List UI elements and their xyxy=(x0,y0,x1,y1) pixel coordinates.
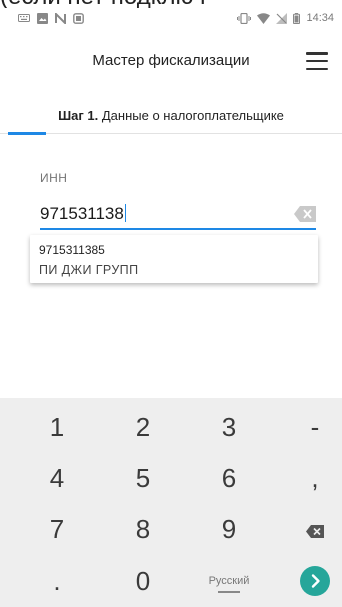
key-6[interactable]: 6 xyxy=(194,452,264,504)
image-icon xyxy=(37,12,48,24)
chevron-right-icon xyxy=(311,574,320,588)
keyboard-row: 1 2 3 - xyxy=(0,401,342,453)
key-7[interactable]: 7 xyxy=(22,503,92,555)
suggestion-inn[interactable]: 9715311385 xyxy=(39,243,105,257)
status-bar: 14:34 xyxy=(0,8,342,28)
key-period[interactable]: . xyxy=(22,555,92,607)
page-title: Мастер фискализации xyxy=(92,52,250,69)
hamburger-menu-icon[interactable] xyxy=(306,52,328,70)
inn-field-label: ИНН xyxy=(40,171,68,185)
keyboard-row: 4 5 6 , xyxy=(0,452,342,504)
key-0[interactable]: 0 xyxy=(108,555,178,607)
inn-input-underline xyxy=(40,228,316,230)
inn-input[interactable]: 971531138 xyxy=(40,200,316,230)
key-8[interactable]: 8 xyxy=(108,503,178,555)
clear-text-icon[interactable] xyxy=(294,206,316,222)
inn-suggestion-item[interactable]: 9715311385 ПИ ДЖИ ГРУПП xyxy=(30,235,318,283)
app-bar: Мастер фискализации xyxy=(0,36,342,84)
step-divider xyxy=(0,133,342,134)
go-next-button[interactable] xyxy=(300,566,330,596)
vibrate-icon xyxy=(237,12,252,24)
key-4[interactable]: 4 xyxy=(22,452,92,504)
inn-input-text[interactable]: 971531138 xyxy=(40,204,124,223)
language-switch-key[interactable]: Русский xyxy=(194,555,264,607)
key-comma[interactable]: , xyxy=(280,452,342,504)
key-1[interactable]: 1 xyxy=(22,401,92,453)
key-2[interactable]: 2 xyxy=(108,401,178,453)
keyboard-row: 7 8 9 xyxy=(0,503,342,555)
step-number: Шаг 1. xyxy=(58,108,99,123)
key-3[interactable]: 3 xyxy=(194,401,264,453)
keyboard-icon xyxy=(18,14,30,22)
key-minus[interactable]: - xyxy=(280,401,342,453)
step-title: Данные о налогоплательщике xyxy=(101,108,284,123)
n-icon xyxy=(55,12,66,24)
keyboard-row: . 0 Русский xyxy=(0,555,342,607)
wifi-icon xyxy=(257,12,271,24)
numeric-keyboard: 1 2 3 - 4 5 6 , 7 8 9 . 0 Русский xyxy=(0,398,342,607)
background-clipped-text: (если нет подключ xyxy=(0,0,342,8)
language-key-underline xyxy=(218,591,240,593)
suggestion-company-name[interactable]: ПИ ДЖИ ГРУПП xyxy=(39,263,138,277)
battery-icon xyxy=(293,12,301,24)
no-signal-icon xyxy=(276,12,288,24)
text-caret xyxy=(124,204,127,222)
status-right-icons: 14:34 xyxy=(237,12,334,24)
inn-input-value[interactable]: 971531138 xyxy=(40,204,127,224)
backspace-icon[interactable] xyxy=(280,503,342,555)
status-time: 14:34 xyxy=(306,12,334,24)
status-left-icons xyxy=(18,12,84,24)
key-5[interactable]: 5 xyxy=(108,452,178,504)
key-9[interactable]: 9 xyxy=(194,503,264,555)
screen-icon xyxy=(73,12,84,24)
step-progress-indicator xyxy=(8,132,46,135)
step-header: Шаг 1. Данные о налогоплательщике xyxy=(0,98,342,138)
